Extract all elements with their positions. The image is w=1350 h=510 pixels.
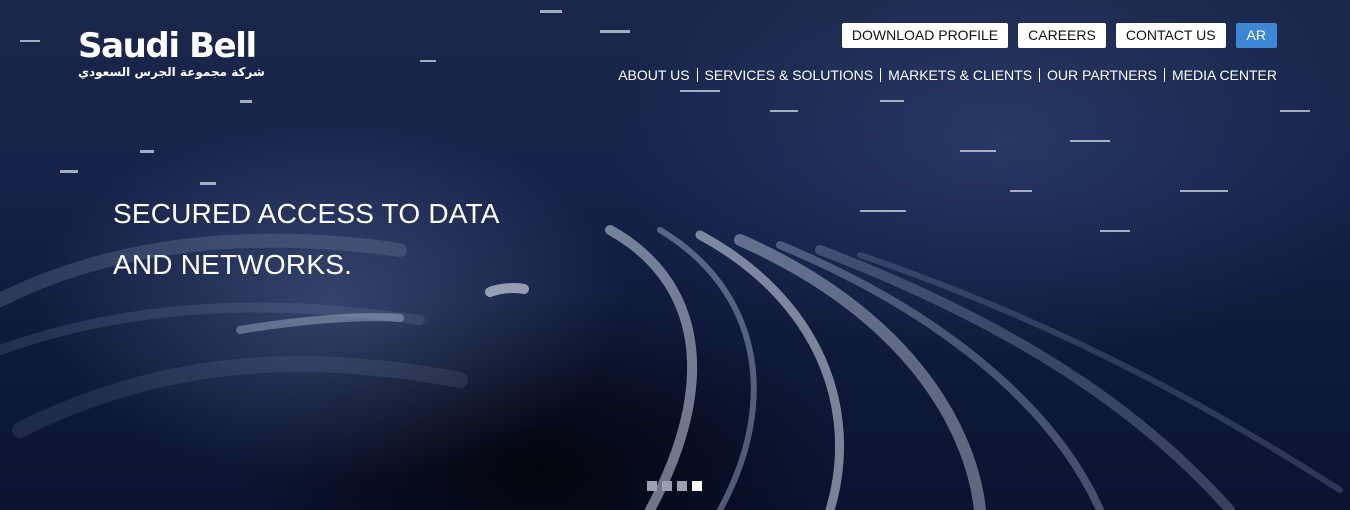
nav-item-media-center[interactable]: MEDIA CENTER xyxy=(1172,66,1277,84)
slider-dot-2[interactable] xyxy=(662,481,672,491)
careers-button[interactable]: CAREERS xyxy=(1018,23,1106,48)
main-navigation: ABOUT US SERVICES & SOLUTIONS MARKETS & … xyxy=(618,66,1277,84)
hero-banner: Saudi Bell شركة مجموعة الجرس السعودي DOW… xyxy=(0,0,1350,510)
nav-item-markets-clients[interactable]: MARKETS & CLIENTS xyxy=(888,66,1032,84)
nav-item-services-solutions[interactable]: SERVICES & SOLUTIONS xyxy=(705,66,874,84)
contact-us-button[interactable]: CONTACT US xyxy=(1115,23,1226,48)
nav-divider xyxy=(880,68,882,82)
nav-divider xyxy=(1039,68,1041,82)
slider-dot-4[interactable] xyxy=(692,481,702,491)
logo-arabic-name: شركة مجموعة الجرس السعودي xyxy=(78,65,265,79)
nav-item-our-partners[interactable]: OUR PARTNERS xyxy=(1047,66,1157,84)
language-toggle-button[interactable]: AR xyxy=(1235,23,1277,48)
nav-divider xyxy=(1163,68,1165,82)
slider-pagination xyxy=(647,481,702,491)
top-button-bar: DOWNLOAD PROFILE CAREERS CONTACT US AR xyxy=(841,23,1277,48)
saudi-bell-logo[interactable]: Saudi Bell شركة مجموعة الجرس السعودي xyxy=(78,28,278,79)
logo-wordmark: Saudi Bell xyxy=(78,26,257,66)
download-profile-button[interactable]: DOWNLOAD PROFILE xyxy=(841,23,1009,48)
nav-item-about-us[interactable]: ABOUT US xyxy=(618,66,689,84)
nav-divider xyxy=(696,68,698,82)
hero-headline-line-1: SECURED ACCESS TO DATA xyxy=(113,198,500,229)
hero-headline-line-2: AND NETWORKS. xyxy=(113,249,353,280)
hero-headline: SECURED ACCESS TO DATA AND NETWORKS. xyxy=(113,188,553,290)
slider-dot-1[interactable] xyxy=(647,481,657,491)
slider-dot-3[interactable] xyxy=(677,481,687,491)
